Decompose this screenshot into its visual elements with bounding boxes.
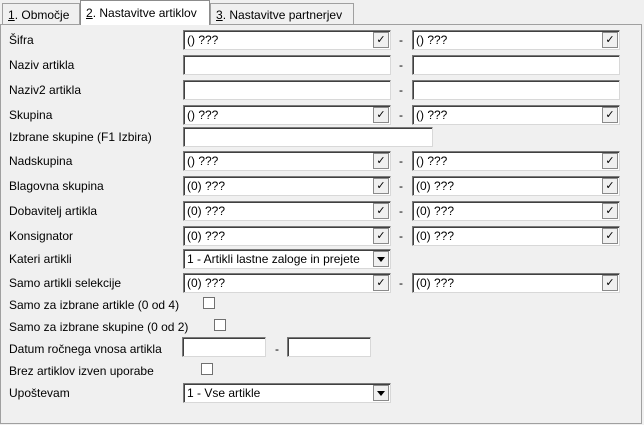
datum-to-field[interactable] <box>287 337 371 357</box>
naziv-from-field[interactable] <box>183 55 391 75</box>
naziv2-from-field[interactable] <box>183 80 391 100</box>
upostevam-value: 1 - Vse artikle <box>187 386 261 400</box>
skupina-from-value: () ??? <box>187 108 219 122</box>
range-dash: - <box>275 342 279 356</box>
konsignator-to-field[interactable]: (0) ??? ✓ <box>412 226 620 246</box>
naziv-to-field[interactable] <box>412 55 620 75</box>
konsignator-label: Konsignator <box>9 229 74 243</box>
lookup-icon[interactable]: ✓ <box>602 153 618 169</box>
selekcije-label: Samo artikli selekcije <box>9 276 122 290</box>
nadskupina-from-value: () ??? <box>187 154 219 168</box>
datum-label: Datum ročnega vnosa artikla <box>9 342 162 356</box>
sifra-label: Šifra <box>9 33 34 47</box>
izbrane-artikle-label: Samo za izbrane artikle (0 od 4) <box>9 298 180 312</box>
skupina-to-field[interactable]: () ??? ✓ <box>412 105 620 125</box>
tab-obmocje-accel: 1 <box>8 8 15 22</box>
naziv-label: Naziv artikla <box>9 58 75 72</box>
sifra-to-value: () ??? <box>416 33 448 47</box>
dobavitelj-from-field[interactable]: (0) ??? ✓ <box>183 201 391 221</box>
brez-label: Brez artiklov izven uporabe <box>9 364 154 378</box>
lookup-icon[interactable]: ✓ <box>373 107 389 123</box>
konsignator-from-value: (0) ??? <box>187 229 226 243</box>
tab-bar: 1. Območje 2. Nastavitve artiklov 3. Nas… <box>0 0 644 25</box>
range-dash: - <box>399 179 403 193</box>
range-dash: - <box>399 58 403 72</box>
lookup-icon[interactable]: ✓ <box>602 32 618 48</box>
datum-from-field[interactable] <box>182 337 266 357</box>
lookup-icon[interactable]: ✓ <box>602 107 618 123</box>
izbrane-skupine-field[interactable] <box>183 127 433 147</box>
dobavitelj-from-value: (0) ??? <box>187 204 226 218</box>
nadskupina-label: Nadskupina <box>9 154 73 168</box>
nadskupina-to-field[interactable]: () ??? ✓ <box>412 151 620 171</box>
sifra-from-value: () ??? <box>187 33 219 47</box>
izbrane-skupine-chk-label: Samo za izbrane skupine (0 od 2) <box>9 320 189 334</box>
izbrane-artikle-checkbox[interactable] <box>203 297 215 309</box>
skupina-to-value: () ??? <box>416 108 448 122</box>
blagovna-from-value: (0) ??? <box>187 179 226 193</box>
dobavitelj-label: Dobavitelj artikla <box>9 204 98 218</box>
lookup-icon[interactable]: ✓ <box>602 228 618 244</box>
naziv2-label: Naziv2 artikla <box>9 83 82 97</box>
blagovna-to-field[interactable]: (0) ??? ✓ <box>412 176 620 196</box>
selekcije-to-value: (0) ??? <box>416 276 455 290</box>
lookup-icon[interactable]: ✓ <box>602 178 618 194</box>
range-dash: - <box>399 229 403 243</box>
tab-nastavitve-artiklov-accel: 2 <box>86 6 93 20</box>
lookup-icon[interactable]: ✓ <box>373 32 389 48</box>
blagovna-label: Blagovna skupina <box>9 179 104 193</box>
selekcije-to-field[interactable]: (0) ??? ✓ <box>412 273 620 293</box>
upostevam-label: Upoštevam <box>9 386 70 400</box>
range-dash: - <box>399 33 403 47</box>
lookup-icon[interactable]: ✓ <box>373 228 389 244</box>
kateri-select[interactable]: 1 - Artikli lastne zaloge in prejete <box>183 249 391 269</box>
konsignator-from-field[interactable]: (0) ??? ✓ <box>183 226 391 246</box>
brez-checkbox[interactable] <box>201 363 213 375</box>
tab-obmocje[interactable]: 1. Območje <box>2 3 80 24</box>
range-dash: - <box>399 204 403 218</box>
kateri-value: 1 - Artikli lastne zaloge in prejete <box>187 252 360 266</box>
selekcije-from-field[interactable]: (0) ??? ✓ <box>183 273 391 293</box>
tab-nastavitve-partnerjev[interactable]: 3. Nastavitve partnerjev <box>210 3 354 24</box>
nadskupina-to-value: () ??? <box>416 154 448 168</box>
lookup-icon[interactable]: ✓ <box>373 275 389 291</box>
blagovna-to-value: (0) ??? <box>416 179 455 193</box>
lookup-icon[interactable]: ✓ <box>602 203 618 219</box>
izbrane-skupine-label: Izbrane skupine (F1 Izbira) <box>9 130 152 144</box>
izbrane-skupine-checkbox[interactable] <box>214 319 226 331</box>
tab-nastavitve-artiklov[interactable]: 2. Nastavitve artiklov <box>80 0 210 25</box>
dropdown-arrow-icon[interactable] <box>373 385 389 401</box>
tab-nastavitve-artiklov-label: . Nastavitve artiklov <box>92 6 197 20</box>
kateri-label: Kateri artikli <box>9 252 72 266</box>
tab-nastavitve-partnerjev-accel: 3 <box>216 8 223 22</box>
dropdown-arrow-icon[interactable] <box>373 251 389 267</box>
skupina-label: Skupina <box>9 108 53 122</box>
naziv2-to-field[interactable] <box>412 80 620 100</box>
range-dash: - <box>399 276 403 290</box>
blagovna-from-field[interactable]: (0) ??? ✓ <box>183 176 391 196</box>
dobavitelj-to-field[interactable]: (0) ??? ✓ <box>412 201 620 221</box>
tab-nastavitve-partnerjev-label: . Nastavitve partnerjev <box>222 8 343 22</box>
nadskupina-from-field[interactable]: () ??? ✓ <box>183 151 391 171</box>
sifra-from-field[interactable]: () ??? ✓ <box>183 30 391 50</box>
dobavitelj-to-value: (0) ??? <box>416 204 455 218</box>
tab-obmocje-label: . Območje <box>14 8 70 22</box>
konsignator-to-value: (0) ??? <box>416 229 455 243</box>
lookup-icon[interactable]: ✓ <box>602 275 618 291</box>
lookup-icon[interactable]: ✓ <box>373 153 389 169</box>
lookup-icon[interactable]: ✓ <box>373 178 389 194</box>
range-dash: - <box>399 154 403 168</box>
sifra-to-field[interactable]: () ??? ✓ <box>412 30 620 50</box>
lookup-icon[interactable]: ✓ <box>373 203 389 219</box>
range-dash: - <box>399 83 403 97</box>
skupina-from-field[interactable]: () ??? ✓ <box>183 105 391 125</box>
upostevam-select[interactable]: 1 - Vse artikle <box>183 383 391 403</box>
selekcije-from-value: (0) ??? <box>187 276 226 290</box>
range-dash: - <box>399 108 403 122</box>
